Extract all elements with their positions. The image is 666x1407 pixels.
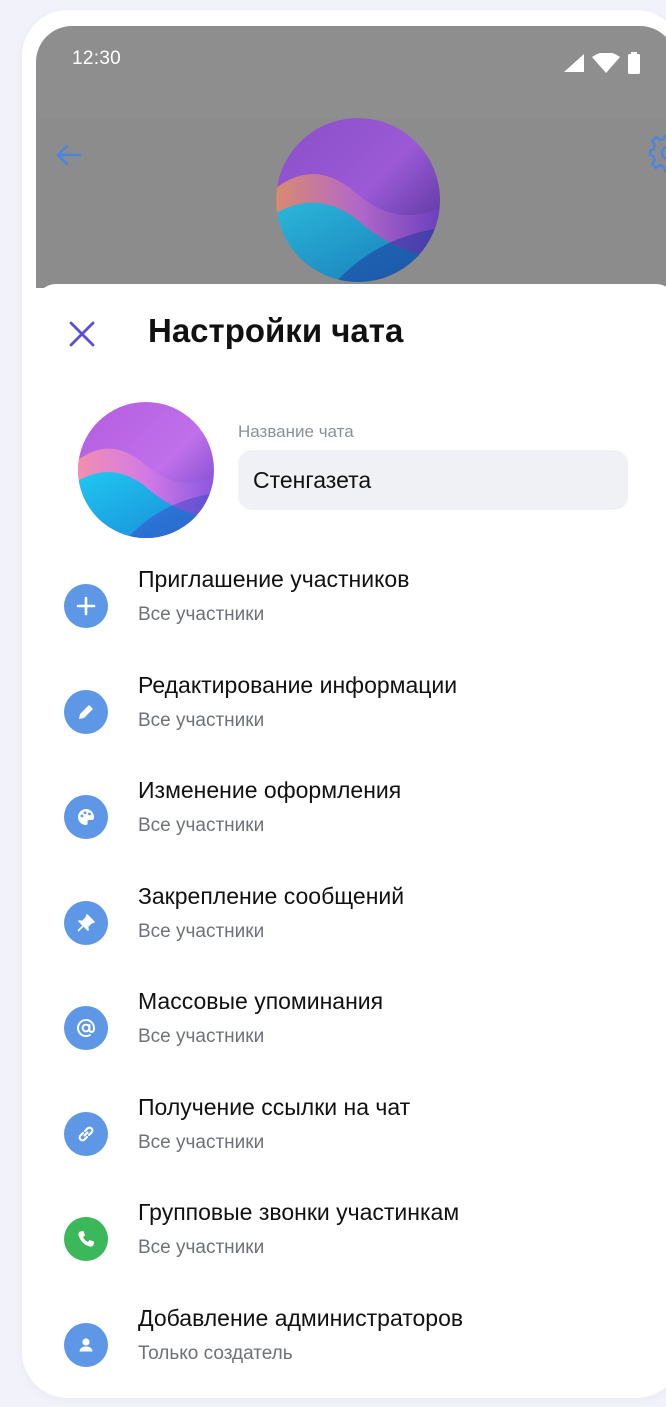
setting-title: Приглашение участников bbox=[138, 566, 410, 592]
setting-title: Закрепление сообщений bbox=[138, 882, 405, 909]
setting-edit-info[interactable]: Редактирование информации Все участники bbox=[36, 672, 666, 778]
setting-add-admins[interactable]: Добавление администраторов Только создат… bbox=[36, 1305, 666, 1383]
close-icon bbox=[69, 321, 95, 347]
signal-icon bbox=[564, 54, 584, 72]
phone-frame: 12:30 Настройки чата Название чата Стенг… bbox=[22, 10, 666, 1398]
close-button[interactable] bbox=[66, 318, 98, 350]
sheet-title: Настройки чата bbox=[148, 312, 404, 349]
settings-list: Приглашение участников Все участники Ред… bbox=[36, 566, 666, 1382]
setting-value: Все участники bbox=[138, 709, 265, 731]
phone-icon bbox=[64, 1217, 108, 1261]
header-avatar-image bbox=[276, 118, 440, 282]
setting-value: Все участники bbox=[138, 920, 265, 942]
at-icon bbox=[64, 1006, 108, 1050]
setting-title: Групповые звонки участинкам bbox=[138, 1199, 460, 1225]
arrow-left-icon bbox=[56, 144, 82, 166]
chat-name-label: Название чата bbox=[238, 422, 354, 441]
battery-icon bbox=[628, 52, 640, 74]
setting-group-calls[interactable]: Групповые звонки участинкам Все участник… bbox=[36, 1199, 666, 1305]
setting-value: Все участники bbox=[138, 1026, 265, 1047]
wifi-icon bbox=[592, 53, 620, 73]
setting-value: Только создатель bbox=[138, 1342, 293, 1364]
status-time: 12:30 bbox=[72, 48, 122, 69]
back-button[interactable] bbox=[52, 138, 86, 172]
setting-change-theme[interactable]: Изменение оформления Все участники bbox=[36, 777, 666, 883]
setting-value: Все участники bbox=[138, 815, 265, 836]
status-icons bbox=[564, 52, 640, 74]
screen: 12:30 Настройки чата Название чата Стенг… bbox=[36, 26, 666, 1382]
status-bar: 12:30 bbox=[36, 26, 666, 118]
setting-pin-messages[interactable]: Закрепление сообщений Все участники bbox=[36, 883, 666, 989]
pencil-icon bbox=[64, 689, 108, 734]
setting-value: Все участники bbox=[138, 604, 265, 625]
chat-settings-sheet: Настройки чата Название чата Стенгазета … bbox=[36, 284, 666, 1382]
palette-icon bbox=[64, 795, 108, 839]
link-icon bbox=[64, 1111, 108, 1156]
setting-title: Изменение оформления bbox=[138, 777, 402, 803]
setting-title: Редактирование информации bbox=[138, 671, 458, 698]
setting-value: Все участники bbox=[138, 1237, 265, 1258]
setting-value: Все участники bbox=[138, 1131, 265, 1153]
pin-icon bbox=[64, 900, 108, 945]
header-chat-avatar[interactable] bbox=[276, 118, 440, 282]
chat-avatar[interactable] bbox=[78, 402, 214, 538]
setting-invite-members[interactable]: Приглашение участников Все участники bbox=[36, 566, 666, 672]
setting-title: Получение ссылки на чат bbox=[138, 1093, 411, 1120]
chat-avatar-image bbox=[78, 402, 214, 538]
chat-name-field[interactable]: Стенгазета bbox=[238, 450, 628, 510]
setting-title: Массовые упоминания bbox=[138, 988, 384, 1014]
setting-get-chat-link[interactable]: Получение ссылки на чат Все участники bbox=[36, 1094, 666, 1200]
user-icon bbox=[64, 1322, 108, 1367]
setting-mass-mentions[interactable]: Массовые упоминания Все участники bbox=[36, 988, 666, 1094]
setting-title: Добавление администраторов bbox=[138, 1304, 464, 1331]
gear-icon bbox=[648, 134, 666, 173]
plus-icon bbox=[64, 584, 108, 628]
settings-button[interactable] bbox=[646, 131, 666, 175]
